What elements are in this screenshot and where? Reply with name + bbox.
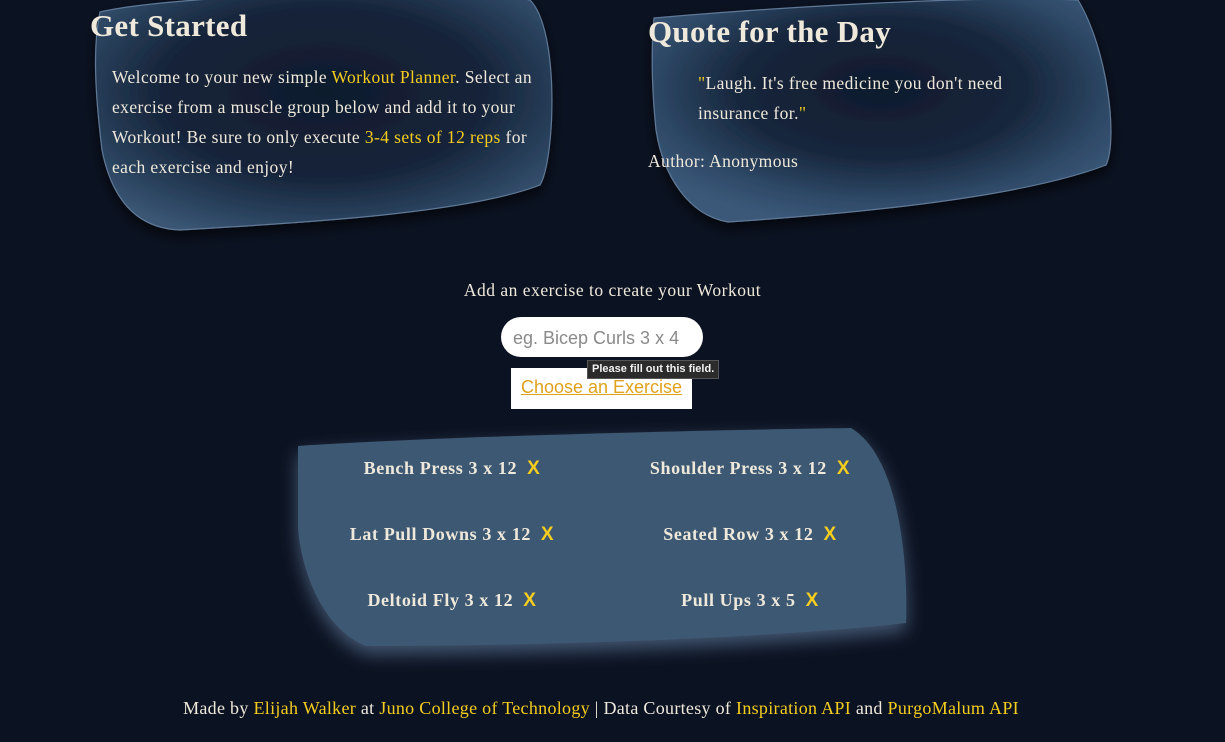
exercise-label: Pull Ups 3 x 5 xyxy=(681,590,796,610)
exercise-input-wrapper xyxy=(501,317,703,359)
intro-text: Welcome to your new simple xyxy=(112,67,332,87)
footer-data-courtesy: | Data Courtesy of xyxy=(589,698,737,718)
inspiration-api-link[interactable]: Inspiration API xyxy=(736,698,851,718)
footer-and: and xyxy=(851,698,888,718)
school-link[interactable]: Juno College of Technology xyxy=(379,698,590,718)
exercise-label: Shoulder Press 3 x 12 xyxy=(649,458,827,478)
validation-tooltip: Please fill out this field. xyxy=(587,360,720,379)
workout-planner-highlight: Workout Planner xyxy=(331,67,456,87)
list-item: Shoulder Press 3 x 12 X xyxy=(600,458,900,480)
get-started-title: Get Started xyxy=(90,8,248,43)
page: Get Started Welcome to your new simple W… xyxy=(0,0,1225,742)
get-started-text: Welcome to your new simple Workout Plann… xyxy=(112,62,532,182)
remove-exercise-button[interactable]: X xyxy=(837,458,850,479)
sets-reps-highlight: 3-4 sets of 12 reps xyxy=(364,127,501,147)
footer-at: at xyxy=(356,698,380,718)
exercise-input[interactable] xyxy=(511,317,695,359)
exercise-label: Bench Press 3 x 12 xyxy=(363,458,518,478)
exercise-label: Seated Row 3 x 12 xyxy=(663,524,814,544)
list-item: Pull Ups 3 x 5 X xyxy=(600,590,900,612)
list-item: Seated Row 3 x 12 X xyxy=(600,524,900,546)
list-item: Bench Press 3 x 12 X xyxy=(302,458,602,480)
exercise-label: Deltoid Fly 3 x 12 xyxy=(367,590,514,610)
quote-author: Author: Anonymous xyxy=(648,151,799,171)
quote-open-mark: " xyxy=(698,73,706,93)
remove-exercise-button[interactable]: X xyxy=(806,590,819,611)
workout-list: Bench Press 3 x 12 X Shoulder Press 3 x 1… xyxy=(296,428,908,650)
exercise-form-label: Add an exercise to create your Workout xyxy=(463,280,762,300)
remove-exercise-button[interactable]: X xyxy=(523,590,536,611)
remove-exercise-button[interactable]: X xyxy=(823,524,836,545)
quote-card: Quote for the Day "Laugh. It's free medi… xyxy=(648,0,1113,230)
footer: Made by Elijah Walker at Juno College of… xyxy=(0,698,1202,719)
quote-text: "Laugh. It's free medicine you don't nee… xyxy=(698,68,1063,128)
remove-exercise-button[interactable]: X xyxy=(541,524,554,545)
get-started-card: Get Started Welcome to your new simple W… xyxy=(90,0,555,235)
quote-close-mark: " xyxy=(798,103,807,123)
quote-body: Laugh. It's free medicine you don't need… xyxy=(698,73,1003,123)
author-link[interactable]: Elijah Walker xyxy=(253,698,356,718)
list-item: Lat Pull Downs 3 x 12 X xyxy=(302,524,602,546)
quote-title: Quote for the Day xyxy=(648,14,892,49)
purgomalum-api-link[interactable]: PurgoMalum API xyxy=(888,698,1019,718)
list-item: Deltoid Fly 3 x 12 X xyxy=(302,590,602,612)
footer-made-by: Made by xyxy=(183,698,254,718)
remove-exercise-button[interactable]: X xyxy=(527,458,540,479)
exercise-label: Lat Pull Downs 3 x 12 xyxy=(349,524,531,544)
